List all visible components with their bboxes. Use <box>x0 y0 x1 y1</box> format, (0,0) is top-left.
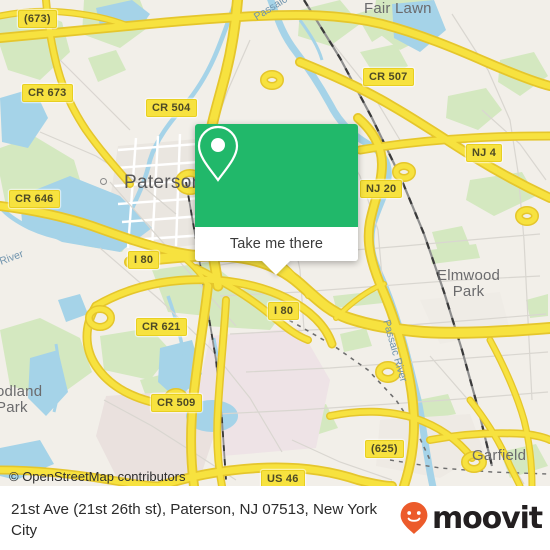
route-shield-i-80-west[interactable]: I 80 <box>128 251 160 269</box>
location-popup-card[interactable]: Take me there <box>195 124 358 275</box>
route-shield-673[interactable]: (673) <box>18 10 57 28</box>
map-canvas[interactable]: Paterson Fair Lawn Elmwood Park Garfield… <box>0 0 550 486</box>
route-shield-cr-507[interactable]: CR 507 <box>363 68 414 86</box>
address-text: 21st Ave (21st 26th st), Paterson, NJ 07… <box>11 501 378 539</box>
route-shield-cr-504[interactable]: CR 504 <box>146 99 197 117</box>
route-shield-625[interactable]: (625) <box>365 440 404 458</box>
moovit-wordmark: moovit <box>431 500 543 536</box>
route-shield-cr-646[interactable]: CR 646 <box>9 190 60 208</box>
city-dot-paterson <box>100 178 107 185</box>
footer-bar: 21st Ave (21st 26th st), Paterson, NJ 07… <box>0 486 550 550</box>
osm-attribution[interactable]: © OpenStreetMap contributors <box>9 469 186 484</box>
moovit-logo[interactable]: moovit <box>399 500 543 536</box>
take-me-there-label: Take me there <box>229 236 324 252</box>
route-shield-cr-509[interactable]: CR 509 <box>151 394 202 412</box>
route-shield-nj-20[interactable]: NJ 20 <box>360 180 403 198</box>
moovit-map-screenshot: Paterson Fair Lawn Elmwood Park Garfield… <box>0 0 550 550</box>
map-pin-icon <box>197 125 239 182</box>
route-shield-us-46[interactable]: US 46 <box>261 470 305 486</box>
popup-tail <box>261 260 291 275</box>
route-shield-i-80-center[interactable]: I 80 <box>268 302 300 320</box>
moovit-pin-icon <box>400 502 428 534</box>
route-shield-cr-621[interactable]: CR 621 <box>136 318 187 336</box>
take-me-there-button[interactable]: Take me there <box>195 227 358 261</box>
route-shield-nj-4[interactable]: NJ 4 <box>466 144 503 162</box>
popup-header <box>195 124 358 227</box>
route-shield-cr-673[interactable]: CR 673 <box>22 84 73 102</box>
